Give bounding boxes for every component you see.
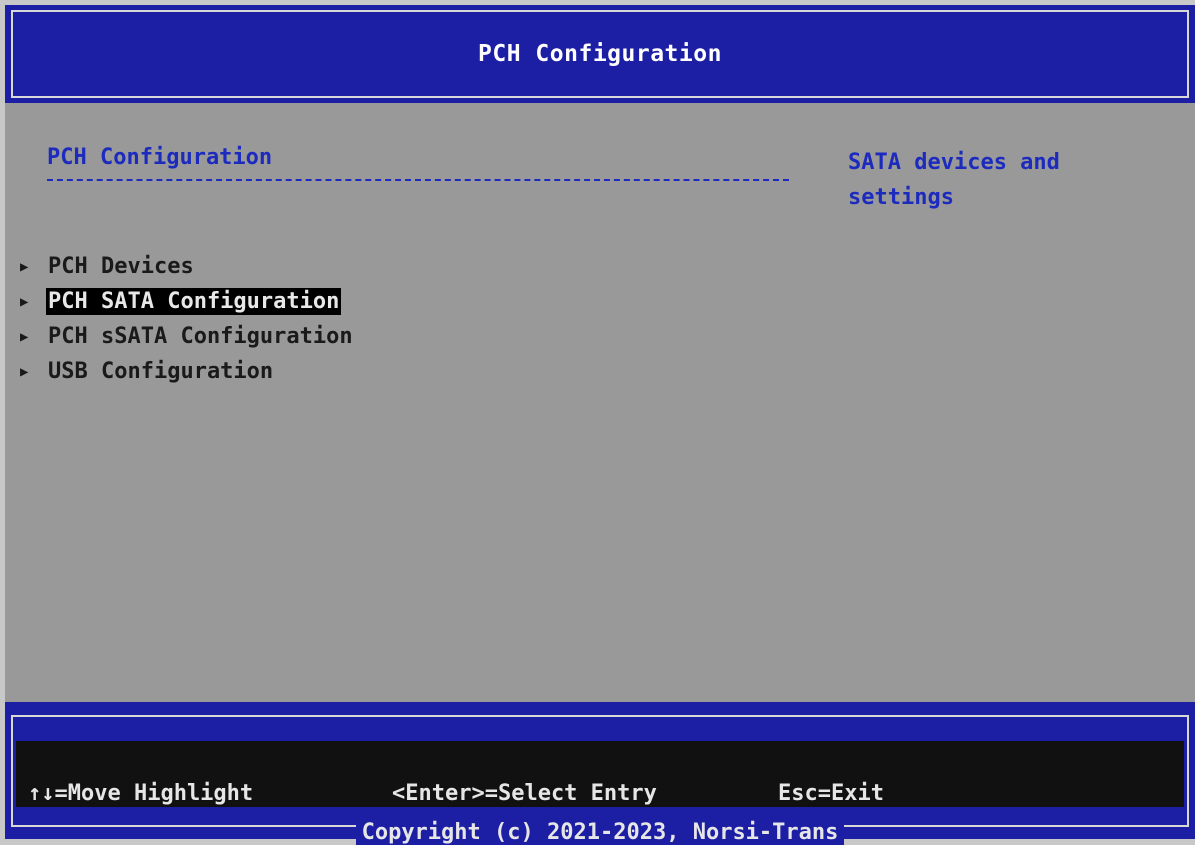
menu-item-pch-sata-configuration[interactable]: ▶ PCH SATA Configuration [20,284,355,319]
menu-list: ▶ PCH Devices ▶ PCH SATA Configuration ▶… [20,249,355,389]
triangle-right-icon: ▶ [20,293,29,310]
triangle-right-icon: ▶ [20,258,29,275]
menu-item-pch-devices[interactable]: ▶ PCH Devices [20,249,355,284]
select-entry-hint: <Enter>=Select Entry [392,781,657,806]
footer-bar: ↑↓=Move Highlight <Enter>=Select Entry E… [5,702,1195,845]
move-highlight-hint: ↑↓=Move Highlight [28,781,254,806]
section-title: PCH Configuration [47,145,273,170]
menu-item-label: USB Configuration [48,359,274,384]
footer-frame: ↑↓=Move Highlight <Enter>=Select Entry E… [11,715,1189,845]
triangle-right-icon: ▶ [20,363,29,380]
triangle-right-icon: ▶ [20,328,29,345]
key-hints-panel: ↑↓=Move Highlight <Enter>=Select Entry E… [16,741,1184,807]
menu-item-label: PCH SATA Configuration [46,288,342,315]
bios-screen: PCH Configuration PCH Configuration SATA… [5,5,1195,845]
help-text: SATA devices and settings [848,150,1060,210]
menu-item-usb-configuration[interactable]: ▶ USB Configuration [20,354,355,389]
menu-item-label: PCH Devices [48,254,194,279]
section-divider [47,179,789,181]
header-bar: PCH Configuration [5,5,1195,103]
page-title: PCH Configuration [11,10,1189,98]
copyright-text: Copyright (c) 2021-2023, Norsi-Trans [355,820,845,845]
menu-item-pch-ssata-configuration[interactable]: ▶ PCH sSATA Configuration [20,319,355,354]
exit-hint: Esc=Exit [778,781,884,806]
menu-item-label: PCH sSATA Configuration [48,324,353,349]
copyright-line: Copyright (c) 2021-2023, Norsi-Trans [13,820,1187,845]
